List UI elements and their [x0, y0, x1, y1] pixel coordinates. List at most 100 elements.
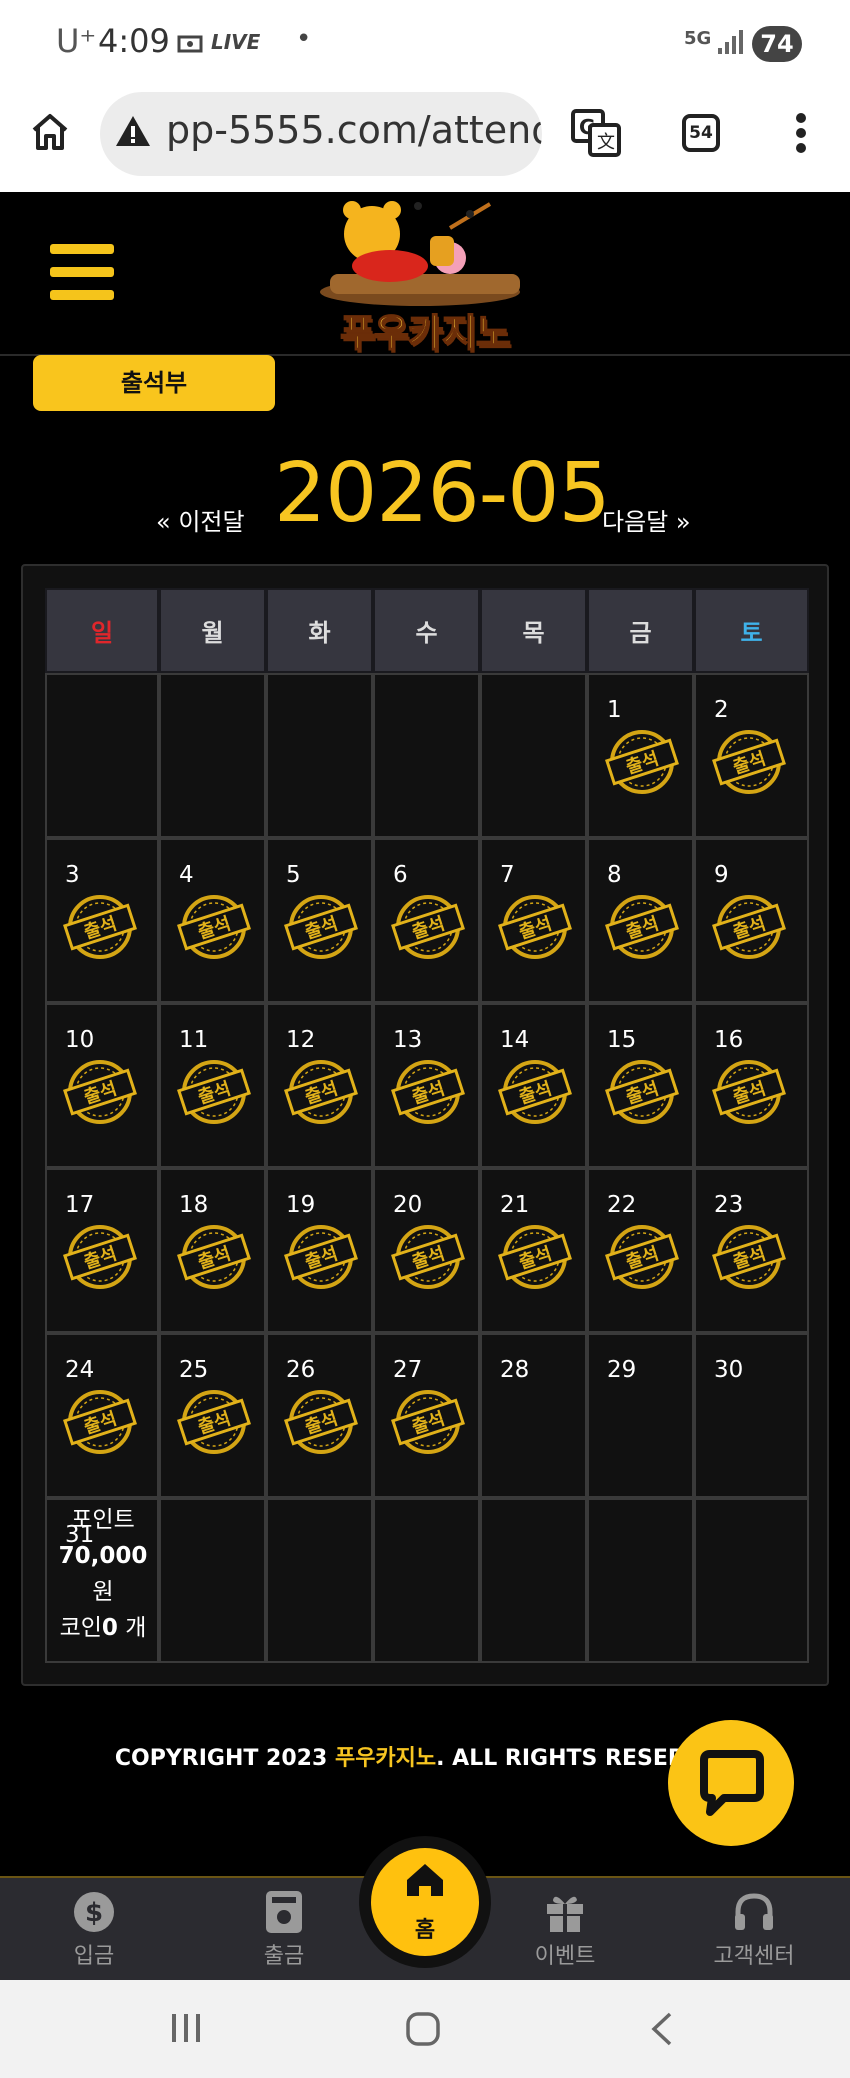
calendar-day[interactable]: 2 출석: [694, 673, 809, 838]
calendar-day[interactable]: 11 출석: [159, 1003, 266, 1168]
tab-count-button[interactable]: 54: [682, 114, 720, 152]
calendar-day[interactable]: 10 출석: [45, 1003, 159, 1168]
calendar-day[interactable]: 30: [694, 1333, 809, 1498]
calendar-day[interactable]: 22 출석: [587, 1168, 694, 1333]
calendar-empty-cell: [159, 673, 266, 838]
attendance-stamp-icon: 출석: [391, 895, 465, 959]
status-bar: U⁺ 4:09 LIVE • 5G 74: [0, 0, 850, 88]
points-label: 포인트: [71, 1507, 135, 1533]
weekday-header: 일월화수목금토: [45, 588, 809, 673]
network-type: 5G: [684, 28, 712, 49]
attendance-stamp-icon: 출석: [177, 895, 251, 959]
nav-event[interactable]: 이벤트: [505, 1886, 625, 1970]
calendar-day[interactable]: 28: [480, 1333, 587, 1498]
attendance-stamp-icon: 출석: [284, 1225, 358, 1289]
system-home-icon[interactable]: [404, 2010, 442, 2048]
day-number: 14: [500, 1027, 530, 1053]
attendance-stamp-icon: 출석: [712, 895, 786, 959]
attendance-stamp-icon: 출석: [605, 1060, 679, 1124]
calendar-day[interactable]: 25 출석: [159, 1333, 266, 1498]
calendar-empty-cell: [373, 673, 480, 838]
translate-icon[interactable]: G 文: [570, 108, 622, 158]
day-number: 13: [393, 1027, 423, 1053]
coin-unit: 개: [125, 1615, 147, 1641]
weekday-label: 월: [159, 588, 266, 673]
day-number: 4: [179, 862, 194, 888]
back-icon[interactable]: [646, 2010, 676, 2048]
calendar-week: 24 출석 25 출석 26 출석 27 출석 28 29 30: [45, 1333, 809, 1498]
calendar-day[interactable]: 18 출석: [159, 1168, 266, 1333]
calendar-day[interactable]: 21 출석: [480, 1168, 587, 1333]
attendance-stamp-icon: 출석: [177, 1390, 251, 1454]
attendance-stamp-icon: 출석: [712, 730, 786, 794]
calendar-day[interactable]: 13 출석: [373, 1003, 480, 1168]
calendar-day[interactable]: 4 출석: [159, 838, 266, 1003]
attendance-stamp-icon: 출석: [712, 1060, 786, 1124]
calendar-day[interactable]: 24 출석: [45, 1333, 159, 1498]
signal-icon: [718, 30, 743, 54]
day-number: 7: [500, 862, 515, 888]
calendar-week: 1 출석 2 출석: [45, 673, 809, 838]
site-logo[interactable]: 푸우카지노: [300, 196, 550, 356]
browser-toolbar: pp-5555.com/attenda G 文 54: [0, 88, 850, 192]
calendar-day[interactable]: 27 출석: [373, 1333, 480, 1498]
nav-deposit[interactable]: $ 입금: [34, 1886, 154, 1970]
calendar-day[interactable]: 15 출석: [587, 1003, 694, 1168]
calendar-day[interactable]: 14 출석: [480, 1003, 587, 1168]
nav-withdraw[interactable]: 출금: [224, 1886, 344, 1970]
carrier-label: U⁺: [56, 22, 97, 60]
warning-icon[interactable]: [114, 114, 152, 148]
weekday-label: 일: [45, 588, 159, 673]
calendar-day[interactable]: 9 출석: [694, 838, 809, 1003]
calendar-day[interactable]: 16 출석: [694, 1003, 809, 1168]
coin-value: 0: [101, 1615, 118, 1641]
balance-overlay: 포인트 70,000 원 코인0 개: [47, 1502, 159, 1646]
calendar-day[interactable]: 12 출석: [266, 1003, 373, 1168]
attendance-stamp-icon: 출석: [284, 1060, 358, 1124]
recent-apps-icon[interactable]: [168, 2010, 204, 2046]
calendar-day[interactable]: 19 출석: [266, 1168, 373, 1333]
calendar-day[interactable]: 8 출석: [587, 838, 694, 1003]
calendar-day[interactable]: 3 출석: [45, 838, 159, 1003]
calendar-week: 3 출석 4 출석 5 출석 6 출석 7 출석 8 출석 9 출석: [45, 838, 809, 1003]
chat-button[interactable]: [668, 1720, 794, 1846]
nav-event-label: 이벤트: [534, 1944, 596, 1969]
calendar-empty-cell: [45, 673, 159, 838]
more-menu-icon[interactable]: [794, 112, 808, 154]
logo-text: 푸우카지노: [339, 310, 511, 356]
nav-support[interactable]: 고객센터: [694, 1886, 814, 1970]
calendar-day[interactable]: 20 출석: [373, 1168, 480, 1333]
prev-month-link[interactable]: « 이전달: [156, 502, 245, 537]
day-number: 25: [179, 1357, 209, 1383]
nav-home[interactable]: 홈: [371, 1848, 479, 1956]
calendar-week: 31: [45, 1498, 809, 1663]
browser-home-icon[interactable]: [30, 112, 70, 152]
calendar-day[interactable]: 1 출석: [587, 673, 694, 838]
calendar-day[interactable]: 29: [587, 1333, 694, 1498]
day-number: 17: [65, 1192, 95, 1218]
calendar-day[interactable]: 7 출석: [480, 838, 587, 1003]
attendance-stamp-icon: 출석: [605, 730, 679, 794]
day-number: 22: [607, 1192, 637, 1218]
day-number: 16: [714, 1027, 744, 1053]
month-navigation: « 이전달 2026-05 다음달 »: [0, 440, 850, 550]
calendar-day[interactable]: 23 출석: [694, 1168, 809, 1333]
day-number: 1: [607, 697, 622, 723]
calendar-day[interactable]: 6 출석: [373, 838, 480, 1003]
attendance-stamp-icon: 출석: [63, 1225, 137, 1289]
address-bar[interactable]: pp-5555.com/attenda: [100, 92, 542, 176]
calendar-day[interactable]: 26 출석: [266, 1333, 373, 1498]
status-time: 4:09: [98, 22, 170, 60]
calendar-empty-cell: [373, 1498, 480, 1663]
url-text: pp-5555.com/attenda: [166, 108, 542, 152]
nav-deposit-label: 입금: [73, 1944, 115, 1969]
calendar-day[interactable]: 5 출석: [266, 838, 373, 1003]
day-number: 26: [286, 1357, 316, 1383]
nav-home-label: 홈: [414, 1918, 436, 1943]
calendar-day[interactable]: 17 출석: [45, 1168, 159, 1333]
menu-icon[interactable]: [50, 244, 114, 300]
tab-attendance[interactable]: 출석부: [33, 355, 275, 411]
day-number: 10: [65, 1027, 95, 1053]
attendance-stamp-icon: 출석: [391, 1390, 465, 1454]
next-month-link[interactable]: 다음달 »: [602, 502, 691, 537]
